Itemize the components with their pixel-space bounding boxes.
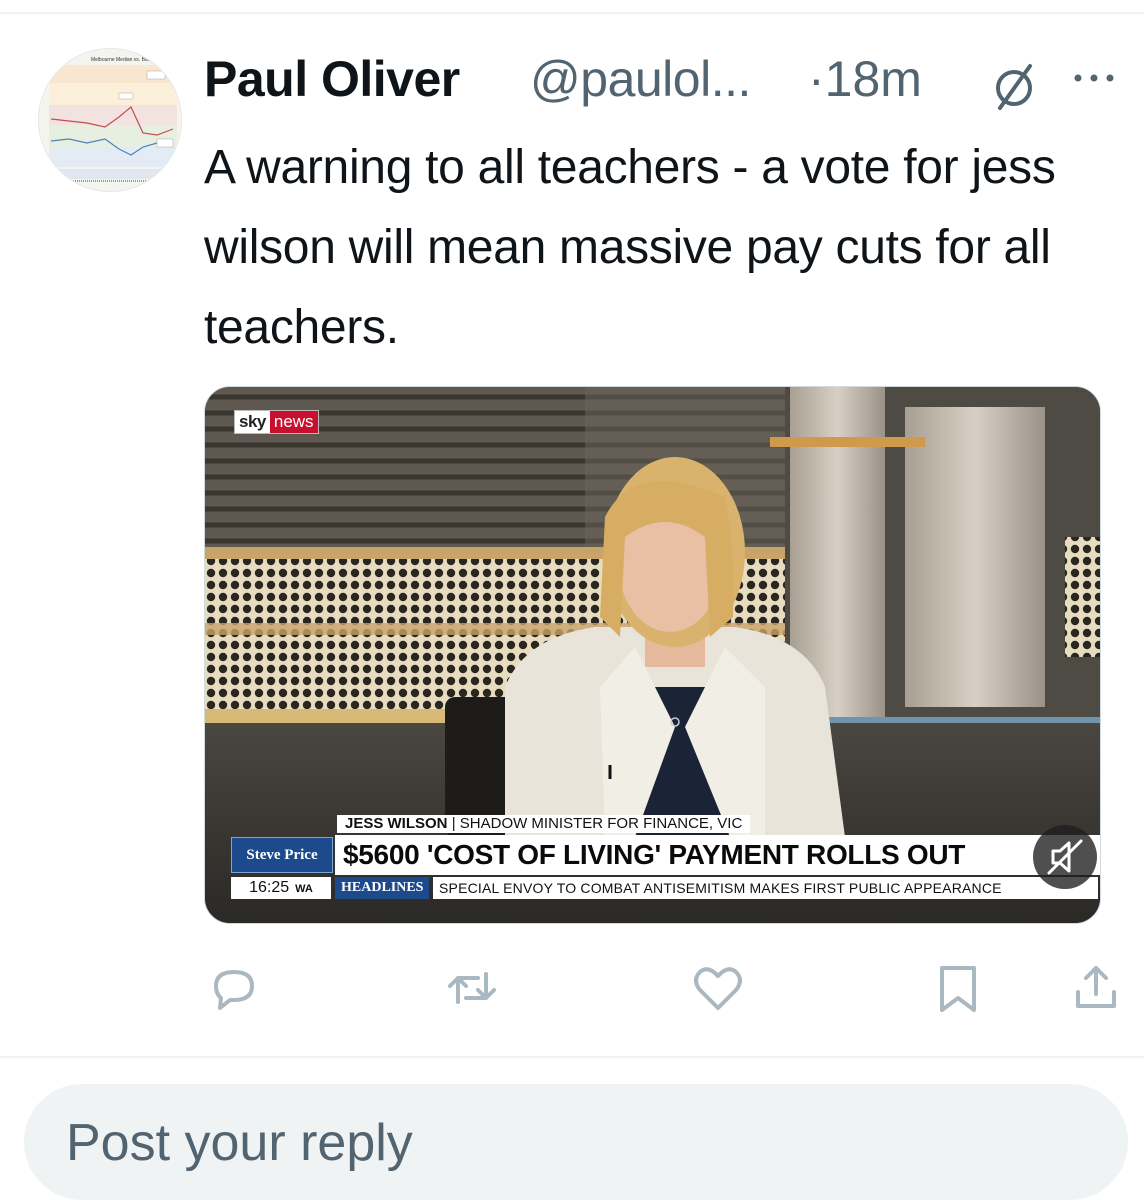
reply-composer[interactable]	[24, 1084, 1128, 1200]
share-icon	[1076, 966, 1116, 1008]
guest-name-strip: JESS WILSON | SHADOW MINISTER FOR FINANC…	[337, 815, 751, 833]
avatar-chart-image: Melbourne Median vs. Bala...	[39, 49, 181, 191]
mute-button[interactable]	[1033, 825, 1097, 889]
clock: 16:25 WA	[231, 877, 331, 899]
heart-icon	[694, 967, 742, 1010]
separator: ·	[808, 51, 825, 107]
video-media[interactable]: sky news JESS WILSON | SHADOW MINISTER FO…	[204, 386, 1101, 924]
action-bar	[204, 958, 1124, 1028]
tweet-header: Paul Oliver @paulol... ·18m	[204, 50, 1124, 110]
bookmark-button[interactable]	[928, 958, 988, 1018]
time-text: 18m	[824, 51, 922, 107]
sky-news-logo: sky news	[235, 411, 318, 433]
avatar[interactable]: Melbourne Median vs. Bala...	[38, 48, 182, 192]
bottom-divider	[0, 1056, 1144, 1058]
bookmark-icon	[940, 966, 976, 1012]
reply-bubble-icon	[214, 970, 254, 1010]
reply-input[interactable]	[64, 1104, 1068, 1182]
repost-icon	[448, 972, 496, 1004]
host-badge: Steve Price	[231, 837, 333, 873]
lower-third: JESS WILSON | SHADOW MINISTER FOR FINANC…	[205, 815, 1100, 923]
repost-button[interactable]	[442, 958, 502, 1018]
like-button[interactable]	[688, 958, 748, 1018]
avatar-chart-title: Melbourne Median vs. Bala...	[91, 57, 156, 63]
ticker-label: HEADLINES	[335, 877, 430, 899]
display-name[interactable]: Paul Oliver	[204, 50, 460, 108]
more-dots-icon[interactable]	[1072, 68, 1116, 88]
reply-button[interactable]	[204, 958, 264, 1018]
timestamp[interactable]: ·18m	[808, 50, 922, 108]
tweet-text: A warning to all teachers - a vote for j…	[204, 141, 1056, 354]
share-button[interactable]	[1066, 958, 1126, 1018]
edited-slash-icon[interactable]	[986, 58, 1042, 114]
handle[interactable]: @paulol...	[530, 50, 751, 108]
headline: $5600 'COST OF LIVING' PAYMENT ROLLS OUT	[335, 835, 1100, 875]
muted-speaker-icon	[1047, 839, 1083, 875]
ticker-text: SPECIAL ENVOY TO COMBAT ANTISEMITISM MAK…	[433, 877, 1098, 899]
top-divider	[0, 12, 1144, 14]
